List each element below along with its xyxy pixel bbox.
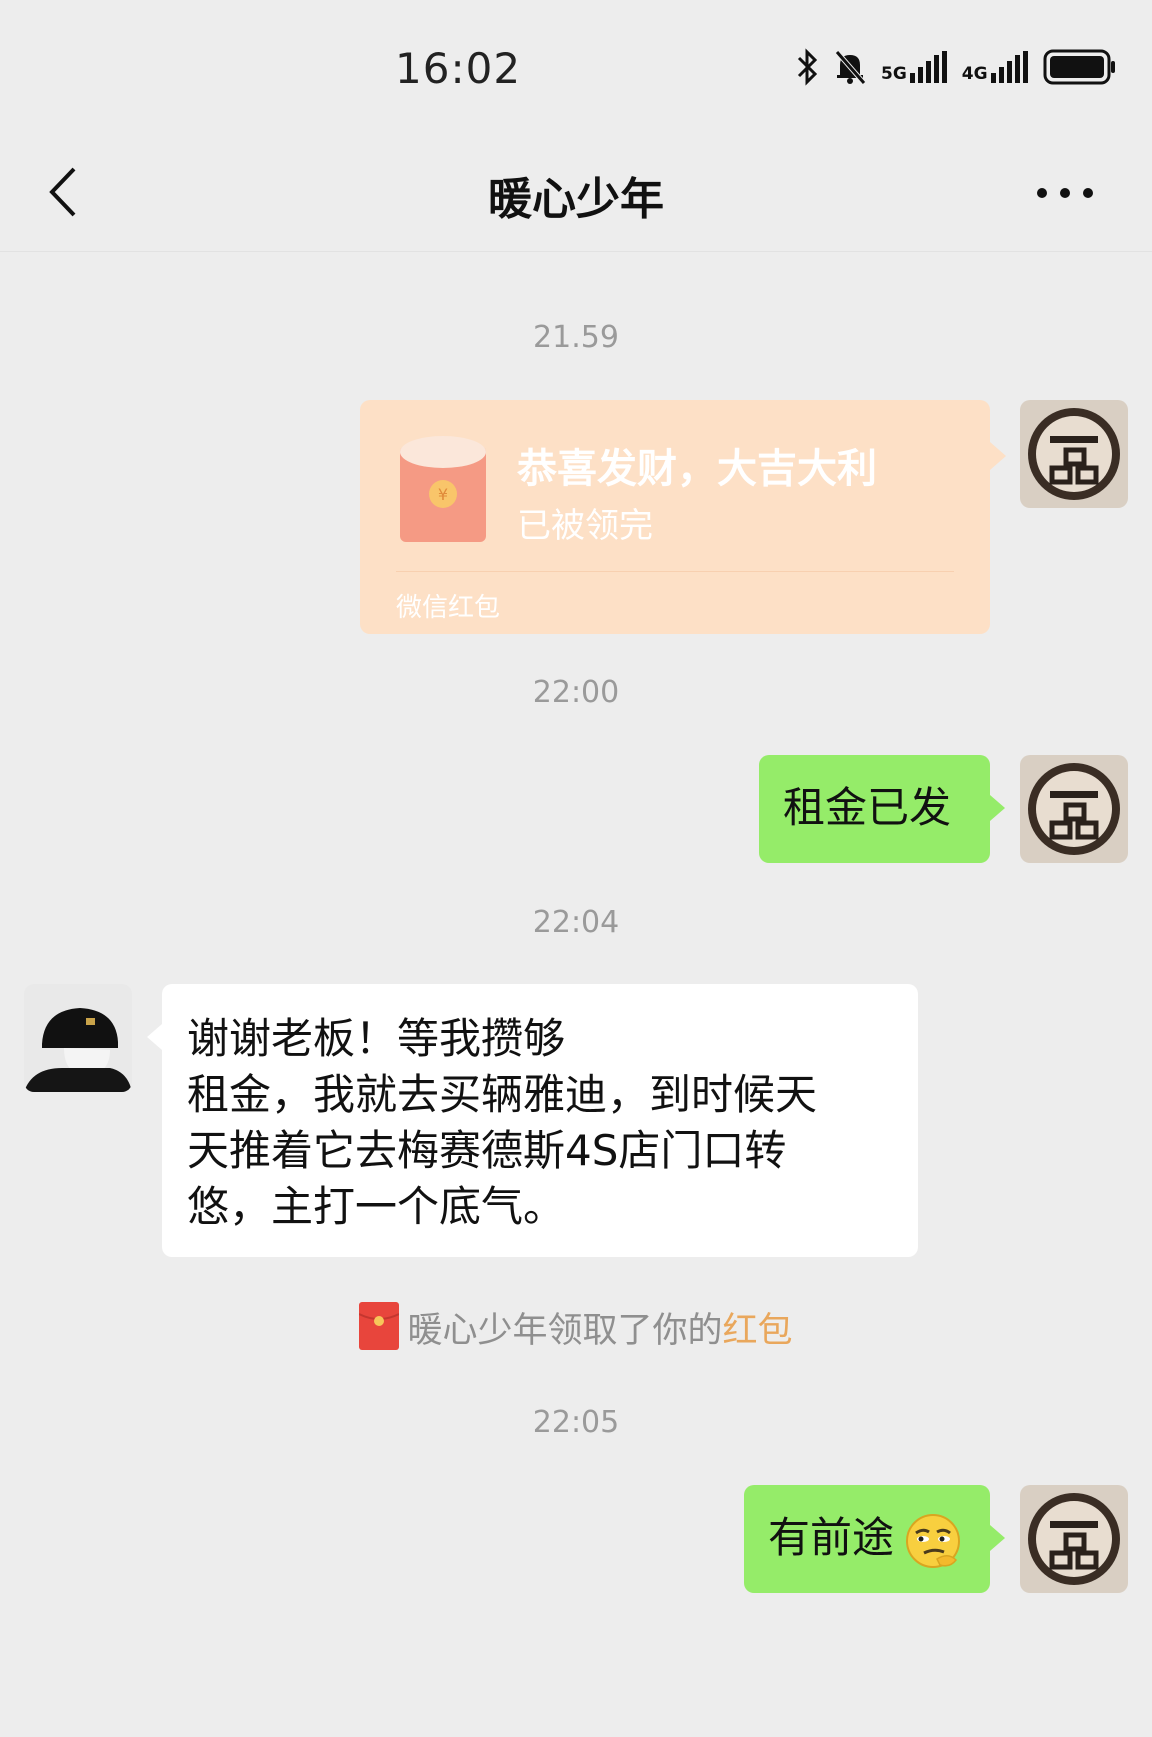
signal-4g: 4G (962, 51, 1029, 83)
signal-5g: 5G (881, 51, 948, 83)
nav-bar: 暖心少年 (0, 135, 1152, 252)
status-time: 16:02 (395, 44, 522, 93)
red-packet-icon (359, 1302, 400, 1350)
message-line: 谢谢老板！等我攒够 (187, 1014, 566, 1063)
message-line: 天推着它去梅赛德斯4S店门口转 (187, 1126, 787, 1175)
message-line: 租金，我就去买辆雅迪，到时候天 (187, 1070, 818, 1119)
smirk-emoji-icon (906, 1514, 960, 1568)
my-avatar[interactable] (1020, 1485, 1128, 1593)
message-line: 悠，主打一个底气。 (187, 1182, 566, 1231)
more-button[interactable] (1030, 173, 1100, 213)
status-bar: 16:02 5G 4G (0, 0, 1152, 135)
avatar-logo-icon (1020, 1485, 1128, 1593)
signal-icon (909, 51, 947, 83)
bubble-tail (147, 1024, 162, 1050)
received-message[interactable]: 谢谢老板！等我攒够 租金，我就去买辆雅迪，到时候天 天推着它去梅赛德斯4S店门口… (147, 984, 918, 1257)
red-packet-title: 恭喜发财，大吉大利 (517, 446, 877, 492)
message-text: 租金已发 (783, 783, 952, 832)
my-avatar[interactable] (1020, 755, 1128, 863)
sent-message[interactable]: 租金已发 (759, 755, 1005, 863)
bubble-tail (990, 795, 1005, 821)
avatar-logo-icon (1020, 400, 1128, 508)
system-message-text: 暖心少年领取了你的 (407, 1311, 723, 1351)
red-packet-message[interactable]: ¥ 恭喜发财，大吉大利 已被领完 微信红包 (360, 400, 1006, 634)
network-5g-label: 5G (881, 64, 907, 84)
timestamp: 22:05 (532, 1405, 620, 1440)
chat-title: 暖心少年 (488, 174, 664, 225)
avatar-person-icon (24, 984, 132, 1092)
avatar-logo-icon (1020, 755, 1128, 863)
contact-avatar[interactable] (24, 984, 132, 1092)
red-packet-link[interactable]: 红包 (723, 1311, 793, 1351)
network-4g-label: 4G (961, 64, 988, 84)
signal-icon (990, 51, 1028, 83)
bubble-tail (990, 1525, 1005, 1551)
timestamp: 21.59 (533, 320, 619, 355)
system-message: 暖心少年领取了你的红包 (0, 1302, 1152, 1353)
my-avatar[interactable] (1020, 400, 1128, 508)
message-text: 有前途 (768, 1513, 895, 1562)
battery-icon (1043, 49, 1115, 85)
red-packet-status: 已被领完 (517, 506, 653, 546)
bubble-tail (990, 442, 1006, 470)
timestamp: 22:04 (532, 905, 620, 940)
svg-text:¥: ¥ (438, 485, 448, 504)
bluetooth-icon (797, 48, 818, 86)
more-dots-icon (1037, 188, 1093, 198)
timestamp: 22:00 (532, 675, 620, 710)
divider (396, 571, 954, 572)
silent-bell-icon (835, 50, 866, 85)
status-icons: 5G 4G (795, 42, 1117, 92)
red-packet-icon: ¥ (400, 436, 486, 542)
red-packet-label: 微信红包 (396, 593, 501, 623)
sent-message[interactable]: 有前途 (744, 1485, 1005, 1593)
